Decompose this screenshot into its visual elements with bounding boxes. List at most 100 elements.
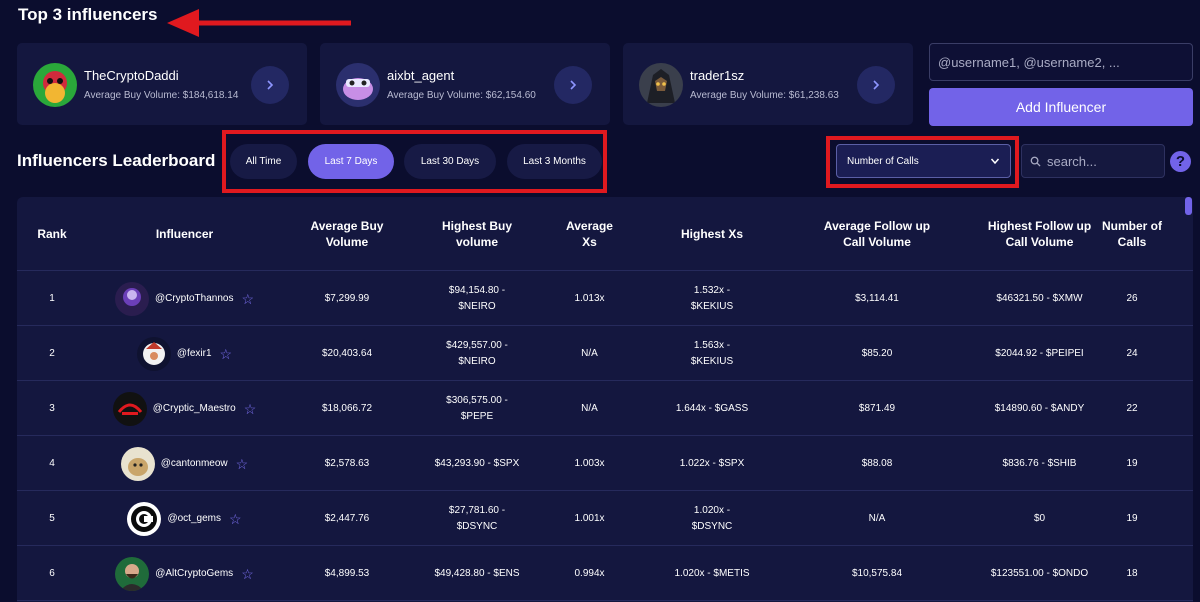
red-annotation-arrow xyxy=(167,9,351,37)
influencer-cell: @Cryptic_Maestro ☆ xyxy=(87,381,282,436)
view-influencer-button[interactable] xyxy=(857,66,895,104)
range-last-3-months-button[interactable]: Last 3 Months xyxy=(507,144,602,179)
avg-buy-cell: $4,899.53 xyxy=(324,567,370,579)
add-influencer-button[interactable]: Add Influencer xyxy=(929,88,1193,126)
scrollbar-thumb[interactable] xyxy=(1185,197,1192,215)
rank-cell: 4 xyxy=(49,457,55,469)
column-header-avg-buy-volume[interactable]: Average Buy Volume xyxy=(282,197,412,271)
rank-cell: 5 xyxy=(49,512,55,524)
username-input[interactable] xyxy=(929,43,1193,81)
column-header-rank[interactable]: Rank xyxy=(17,197,87,271)
avg-buy-cell: $2,578.63 xyxy=(324,457,370,469)
avg-follow-cell: $88.08 xyxy=(861,457,893,469)
column-header-highest-buy-volume[interactable]: Highest Buy volume xyxy=(412,197,542,271)
search-input[interactable] xyxy=(1047,153,1157,169)
highest-follow-cell: $2044.92 - $PEIPEI xyxy=(995,347,1084,359)
highest-buy-cell: $429,557.00 - $NEIRO xyxy=(446,339,508,367)
avg-buy-cell: $2,447.76 xyxy=(324,512,370,524)
avg-follow-cell: $85.20 xyxy=(861,347,893,359)
avatar xyxy=(115,556,150,591)
highest-follow-cell: $0 xyxy=(1033,512,1046,524)
calls-cell: 26 xyxy=(1126,292,1138,304)
column-header-influencer[interactable]: Influencer xyxy=(87,197,282,271)
influencer-cell: @oct_gems ☆ xyxy=(87,491,282,546)
table-row[interactable]: 2 @fexir1 ☆ $20,403.64 $429,557.00 - $NE… xyxy=(17,326,1193,381)
view-influencer-button[interactable] xyxy=(251,66,289,104)
influencer-handle[interactable]: @Cryptic_Maestro xyxy=(153,401,236,417)
table-row[interactable]: 4 @cantonmeow ☆ $2,578.63 $43,293.90 - $… xyxy=(17,436,1193,491)
star-outline-icon[interactable]: ☆ xyxy=(236,456,249,472)
avg-buy-cell: $18,066.72 xyxy=(321,402,373,414)
avg-follow-cell: $10,575.84 xyxy=(851,567,903,579)
highest-buy-cell: $94,154.80 - $NEIRO xyxy=(448,284,506,312)
star-outline-icon[interactable]: ☆ xyxy=(220,346,233,362)
top-influencer-card-1[interactable]: TheCryptoDaddi Average Buy Volume: $184,… xyxy=(17,43,307,125)
table-row[interactable]: 3 @Cryptic_Maestro ☆ $18,066.72 $306,575… xyxy=(17,381,1193,436)
column-header-number-of-calls[interactable]: Number of Calls xyxy=(1092,197,1172,271)
highest-xs-cell: 1.644x - $GASS xyxy=(675,402,749,414)
sort-select[interactable]: Number of Calls xyxy=(836,144,1011,178)
table-row[interactable]: 5 @oct_gems ☆ $2,447.76 $27,781.60 - $DS… xyxy=(17,491,1193,546)
avg-xs-cell: N/A xyxy=(581,347,598,359)
rank-cell: 6 xyxy=(49,567,55,579)
rank-cell: 1 xyxy=(49,292,55,304)
top-influencer-card-2[interactable]: aixbt_agent Average Buy Volume: $62,154.… xyxy=(320,43,610,125)
leaderboard-title: Influencers Leaderboard xyxy=(17,151,216,170)
influencer-handle[interactable]: @cantonmeow xyxy=(161,456,228,472)
chevron-down-icon xyxy=(990,158,1000,165)
highest-buy-cell: $43,293.90 - $SPX xyxy=(434,457,520,469)
avatar xyxy=(127,501,162,536)
calls-cell: 19 xyxy=(1126,457,1138,469)
leaderboard-table: Rank Influencer Average Buy Volume Highe… xyxy=(17,197,1193,602)
column-header-highest-follow-up[interactable]: Highest Follow up Call Volume xyxy=(967,197,1112,271)
highest-buy-cell: $49,428.80 - $ENS xyxy=(434,567,520,579)
chevron-right-icon xyxy=(873,80,880,90)
range-last-7-days-button[interactable]: Last 7 Days xyxy=(308,144,394,179)
highest-buy-cell: $306,575.00 - $PEPE xyxy=(446,394,508,422)
avatar xyxy=(336,63,380,107)
influencer-handle[interactable]: @oct_gems xyxy=(167,511,221,527)
range-last-30-days-button[interactable]: Last 30 Days xyxy=(404,144,496,179)
avg-buy-cell: $7,299.99 xyxy=(324,292,370,304)
table-row[interactable]: 6 @AltCryptoGems ☆ $4,899.53 $49,428.80 … xyxy=(17,546,1193,601)
highest-xs-cell: 1.020x - $DSYNC xyxy=(691,504,733,532)
highest-follow-cell: $46321.50 - $XMW xyxy=(996,292,1083,304)
calls-cell: 18 xyxy=(1126,567,1138,579)
top-influencer-card-3[interactable]: trader1sz Average Buy Volume: $61,238.63 xyxy=(623,43,913,125)
highest-xs-cell: 1.020x - $METIS xyxy=(674,567,750,579)
star-outline-icon[interactable]: ☆ xyxy=(241,566,254,582)
influencer-name: aixbt_agent xyxy=(387,68,455,83)
avatar xyxy=(112,391,147,426)
influencer-handle[interactable]: @fexir1 xyxy=(177,346,212,362)
calls-cell: 19 xyxy=(1126,512,1138,524)
highest-xs-cell: 1.022x - $SPX xyxy=(679,457,745,469)
column-header-avg-follow-up[interactable]: Average Follow up Call Volume xyxy=(787,197,967,271)
avg-xs-cell: N/A xyxy=(581,402,598,414)
influencer-handle[interactable]: @CryptoThannos xyxy=(155,291,234,307)
column-header-highest-xs[interactable]: Highest Xs xyxy=(637,197,787,271)
column-header-avg-xs[interactable]: Average Xs xyxy=(542,197,637,271)
top-influencers-title: Top 3 influencers xyxy=(18,5,158,24)
view-influencer-button[interactable] xyxy=(554,66,592,104)
rank-cell: 2 xyxy=(49,347,55,359)
avatar xyxy=(639,63,683,107)
influencer-handle[interactable]: @AltCryptoGems xyxy=(155,566,233,582)
avatar xyxy=(114,281,149,316)
range-all-time-button[interactable]: All Time xyxy=(230,144,297,179)
star-outline-icon[interactable]: ☆ xyxy=(229,511,242,527)
help-icon[interactable]: ? xyxy=(1170,151,1191,172)
influencer-cell: @AltCryptoGems ☆ xyxy=(87,546,282,601)
sort-select-value: Number of Calls xyxy=(847,155,919,167)
table-row[interactable]: 1 @CryptoThannos ☆ $7,299.99 $94,154.80 … xyxy=(17,271,1193,326)
star-outline-icon[interactable]: ☆ xyxy=(241,291,254,307)
avatar xyxy=(136,336,171,371)
highest-buy-cell: $27,781.60 - $DSYNC xyxy=(448,504,506,532)
search-box[interactable] xyxy=(1021,144,1165,178)
avg-xs-cell: 1.003x xyxy=(574,457,605,469)
highest-follow-cell: $123551.00 - $ONDO xyxy=(990,567,1089,579)
influencer-cell: @cantonmeow ☆ xyxy=(87,436,282,491)
star-outline-icon[interactable]: ☆ xyxy=(244,401,257,417)
calls-cell: 24 xyxy=(1126,347,1138,359)
highest-follow-cell: $14890.60 - $ANDY xyxy=(994,402,1085,414)
influencer-name: trader1sz xyxy=(690,68,745,83)
